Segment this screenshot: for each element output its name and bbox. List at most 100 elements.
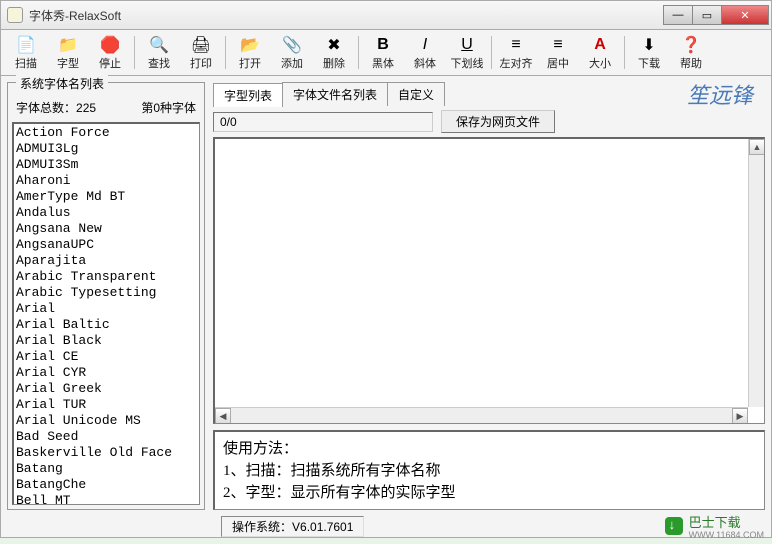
status-bar: 操作系统：V6.01.7601 <box>0 516 772 538</box>
list-item[interactable]: Aparajita <box>16 253 197 269</box>
separator <box>134 36 135 69</box>
list-item[interactable]: Arial Greek <box>16 381 197 397</box>
font-list-group: 系统字体名列表 字体总数：225 第0种字体 Action ForceADMUI… <box>7 82 205 510</box>
tab-custom[interactable]: 自定义 <box>387 82 445 106</box>
toolbar-label: 打印 <box>190 55 212 71</box>
list-item[interactable]: Bad Seed <box>16 429 197 445</box>
separator <box>624 36 625 69</box>
list-item[interactable]: Arial <box>16 301 197 317</box>
add-icon: 📎 <box>282 35 302 55</box>
window-controls: — ▭ ✕ <box>664 5 769 25</box>
list-item[interactable]: Arabic Typesetting <box>16 285 197 301</box>
toolbar-label: 添加 <box>281 55 303 71</box>
list-item[interactable]: AmerType Md BT <box>16 189 197 205</box>
find-button[interactable]: 🔍查找 <box>138 32 180 73</box>
window-title: 字体秀-RelaxSoft <box>29 7 664 24</box>
font-count-row: 字体总数：225 第0种字体 <box>12 97 200 122</box>
tab-file-list[interactable]: 字体文件名列表 <box>282 82 388 106</box>
font-nth-label: 第0种字体 <box>141 99 196 116</box>
group-title: 系统字体名列表 <box>16 75 108 92</box>
scroll-right-icon[interactable]: ▶ <box>732 408 748 424</box>
toolbar-label: 大小 <box>589 55 611 71</box>
minimize-button[interactable]: — <box>663 5 693 25</box>
bold-icon: B <box>377 35 389 55</box>
list-item[interactable]: Arial Unicode MS <box>16 413 197 429</box>
help-title: 使用方法： <box>223 438 756 460</box>
toolbar: 📄扫描📁字型🛑停止🔍查找🖨打印📂打开📎添加✖删除B黑体I斜体U下划线≡左对齐≡居… <box>0 30 772 76</box>
size-button[interactable]: A大小 <box>579 32 621 73</box>
list-item[interactable]: ADMUI3Lg <box>16 141 197 157</box>
separator <box>491 36 492 69</box>
font-button[interactable]: 📁字型 <box>47 32 89 73</box>
list-item[interactable]: AngsanaUPC <box>16 237 197 253</box>
left-pane: 系统字体名列表 字体总数：225 第0种字体 Action ForceADMUI… <box>1 76 211 516</box>
list-item[interactable]: Batang <box>16 461 197 477</box>
align-center-icon: ≡ <box>553 35 562 55</box>
tab-bar: 字型列表字体文件名列表自定义笙远锋 <box>213 82 765 106</box>
list-item[interactable]: Bell MT <box>16 493 197 505</box>
list-item[interactable]: Action Force <box>16 125 197 141</box>
add-button[interactable]: 📎添加 <box>271 32 313 73</box>
download-icon: ⬇ <box>642 35 655 55</box>
toolbar-label: 斜体 <box>414 55 436 71</box>
toolbar-label: 黑体 <box>372 55 394 71</box>
close-button[interactable]: ✕ <box>721 5 769 25</box>
preview-panel: ▲ ◀ ▶ <box>213 137 765 424</box>
align-left-icon: ≡ <box>511 35 520 55</box>
help-line-1: 1、扫描：扫描系统所有字体名称 <box>223 460 756 482</box>
list-item[interactable]: Arial CE <box>16 349 197 365</box>
main-area: 系统字体名列表 字体总数：225 第0种字体 Action ForceADMUI… <box>0 76 772 516</box>
toolbar-label: 帮助 <box>680 55 702 71</box>
scroll-left-icon[interactable]: ◀ <box>215 408 231 424</box>
separator <box>225 36 226 69</box>
toolbar-label: 查找 <box>148 55 170 71</box>
download-icon <box>665 517 683 535</box>
list-item[interactable]: Andalus <box>16 205 197 221</box>
list-item[interactable]: BatangChe <box>16 477 197 493</box>
toolbar-label: 删除 <box>323 55 345 71</box>
counter-field: 0/0 <box>213 112 433 132</box>
list-item[interactable]: Aharoni <box>16 173 197 189</box>
stop-button[interactable]: 🛑停止 <box>89 32 131 73</box>
help-button[interactable]: ❓帮助 <box>670 32 712 73</box>
open-button[interactable]: 📂打开 <box>229 32 271 73</box>
scan-button[interactable]: 📄扫描 <box>5 32 47 73</box>
bold-button[interactable]: B黑体 <box>362 32 404 73</box>
find-icon: 🔍 <box>149 35 169 55</box>
tab-font-list[interactable]: 字型列表 <box>213 83 283 107</box>
list-item[interactable]: Baskerville Old Face <box>16 445 197 461</box>
scrollbar-vertical[interactable]: ▲ <box>748 139 764 407</box>
download-button[interactable]: ⬇下载 <box>628 32 670 73</box>
font-icon: 📁 <box>58 35 78 55</box>
list-item[interactable]: Arial CYR <box>16 365 197 381</box>
list-item[interactable]: Arial Black <box>16 333 197 349</box>
toolbar-label: 字型 <box>57 55 79 71</box>
toolbar-label: 停止 <box>99 55 121 71</box>
print-button[interactable]: 🖨打印 <box>180 32 222 73</box>
watermark: 巴士下载 WWW.11684.COM <box>665 512 764 540</box>
list-item[interactable]: Angsana New <box>16 221 197 237</box>
separator <box>358 36 359 69</box>
list-item[interactable]: Arial TUR <box>16 397 197 413</box>
help-line-2: 2、字型：显示所有字体的实际字型 <box>223 482 756 504</box>
align-left-button[interactable]: ≡左对齐 <box>495 32 537 73</box>
save-as-html-button[interactable]: 保存为网页文件 <box>441 110 555 133</box>
toolbar-label: 左对齐 <box>500 55 533 71</box>
scroll-up-icon[interactable]: ▲ <box>749 139 765 155</box>
right-pane: 字型列表字体文件名列表自定义笙远锋 0/0 保存为网页文件 ▲ ◀ ▶ 使用方法… <box>211 76 771 516</box>
toolbar-label: 打开 <box>239 55 261 71</box>
align-center-button[interactable]: ≡居中 <box>537 32 579 73</box>
italic-button[interactable]: I斜体 <box>404 32 446 73</box>
scrollbar-horizontal[interactable]: ◀ ▶ <box>215 407 748 423</box>
font-listbox[interactable]: Action ForceADMUI3LgADMUI3SmAharoniAmerT… <box>12 122 200 505</box>
app-icon <box>7 7 23 23</box>
list-item[interactable]: ADMUI3Sm <box>16 157 197 173</box>
help-panel: 使用方法： 1、扫描：扫描系统所有字体名称 2、字型：显示所有字体的实际字型 <box>213 430 765 510</box>
font-total-label: 字体总数：225 <box>16 99 96 116</box>
scan-icon: 📄 <box>16 35 36 55</box>
delete-button[interactable]: ✖删除 <box>313 32 355 73</box>
list-item[interactable]: Arial Baltic <box>16 317 197 333</box>
maximize-button[interactable]: ▭ <box>692 5 722 25</box>
underline-button[interactable]: U下划线 <box>446 32 488 73</box>
list-item[interactable]: Arabic Transparent <box>16 269 197 285</box>
